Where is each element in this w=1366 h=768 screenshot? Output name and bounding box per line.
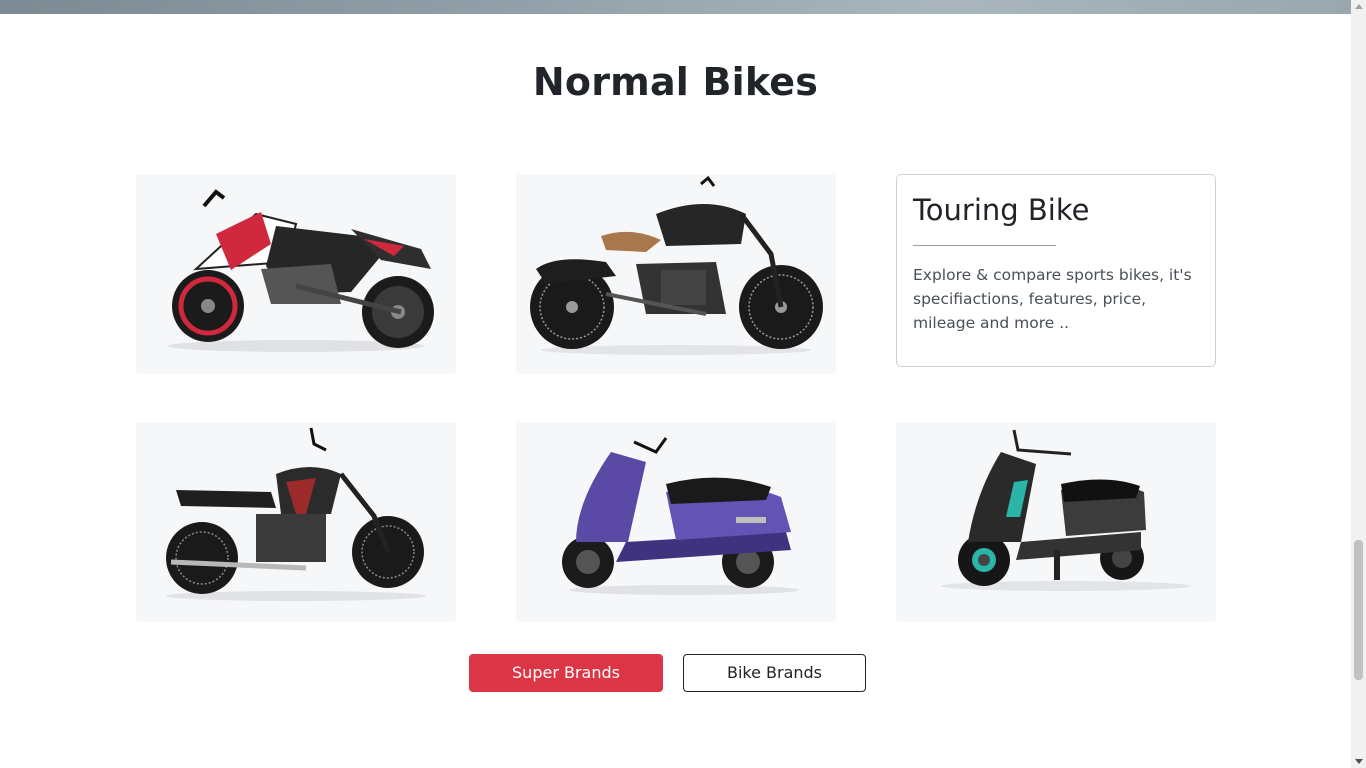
bike-card-electric-scooter[interactable]: [896, 422, 1216, 622]
cruiser-bike-image: [530, 175, 823, 355]
scroll-down-arrow-icon[interactable]: [1355, 759, 1363, 764]
electric-scooter-image: [941, 429, 1191, 591]
touring-bike-card[interactable]: Touring Bike Explore & compare sports bi…: [896, 174, 1216, 367]
scrollbar-thumb[interactable]: [1354, 540, 1363, 680]
scrambler-bike-image: [166, 427, 426, 601]
sports-bike-image: [168, 189, 434, 352]
super-brands-button[interactable]: Super Brands: [469, 654, 663, 692]
touring-bike-description: Explore & compare sports bikes, it's spe…: [913, 266, 1192, 332]
scroll-up-arrow-icon[interactable]: [1355, 4, 1363, 9]
bike-card-scooter[interactable]: [516, 422, 836, 622]
page-scrollbar[interactable]: [1351, 0, 1366, 768]
bike-card-cruiser[interactable]: [516, 174, 836, 374]
hero-image-bottom-edge: [0, 0, 1351, 14]
bike-brands-button[interactable]: Bike Brands: [683, 654, 866, 692]
section-title: Normal Bikes: [532, 60, 819, 104]
bike-card-sports[interactable]: [136, 174, 456, 374]
bike-card-scrambler[interactable]: [136, 422, 456, 622]
page: Normal Bikes Touring Bike Explore & comp…: [0, 0, 1366, 768]
purple-scooter-image: [562, 437, 799, 595]
touring-bike-title: Touring Bike: [913, 193, 1090, 227]
title-divider: [913, 245, 1056, 246]
